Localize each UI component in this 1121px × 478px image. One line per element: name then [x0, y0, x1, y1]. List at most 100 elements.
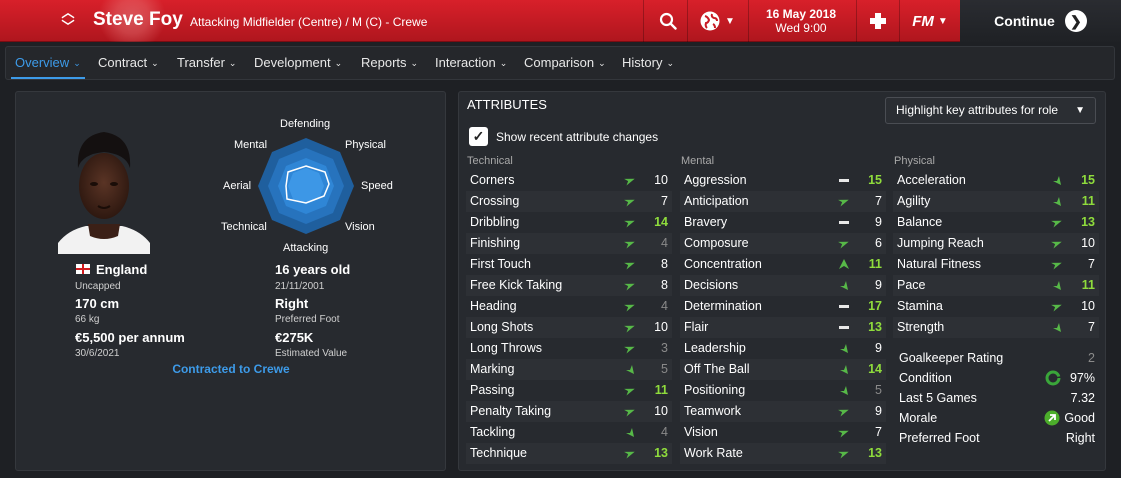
tab-contract[interactable]: Contract ⌄ — [98, 47, 159, 79]
attribute-row[interactable]: Off The Ball 14 — [680, 359, 886, 380]
attribute-row[interactable]: Marking 5 — [466, 359, 672, 380]
attribute-name-free-kick-taking: Free Kick Taking — [470, 278, 563, 292]
attribute-value-balance: 13 — [1081, 215, 1095, 229]
attribute-value-long-shots: 10 — [654, 320, 668, 334]
attribute-row[interactable]: Crossing 7 — [466, 191, 672, 212]
attribute-row[interactable]: Penalty Taking 10 — [466, 401, 672, 422]
attribute-row[interactable]: Dribbling 14 — [466, 212, 672, 233]
attribute-radar-chart[interactable] — [256, 136, 356, 236]
tab-history[interactable]: History ⌄ — [622, 47, 674, 79]
attribute-row[interactable]: Pace 11 — [893, 275, 1099, 296]
attribute-name-decisions: Decisions — [684, 278, 739, 292]
attribute-row[interactable]: Finishing 4 — [466, 233, 672, 254]
attribute-name-acceleration: Acceleration — [897, 173, 966, 187]
attribute-row[interactable]: Determination 17 — [680, 296, 886, 317]
attribute-row[interactable]: Concentration 11 — [680, 254, 886, 275]
morale-arrow-icon — [1044, 410, 1060, 426]
attribute-row[interactable]: Long Throws 3 — [466, 338, 672, 359]
attribute-value-technique: 13 — [654, 446, 668, 460]
attribute-value-bravery: 9 — [875, 215, 882, 229]
attribute-row[interactable]: Teamwork 9 — [680, 401, 886, 422]
attribute-row[interactable]: Long Shots 10 — [466, 317, 672, 338]
chevron-down-icon[interactable]: ﹀ — [56, 20, 80, 34]
attribute-row[interactable]: Composure 6 — [680, 233, 886, 254]
attribute-row[interactable]: Acceleration 15 — [893, 170, 1099, 191]
highlight-role-dropdown[interactable]: Highlight key attributes for role ▼ — [885, 97, 1096, 124]
attribute-row[interactable]: Decisions 9 — [680, 275, 886, 296]
chevron-down-icon: ▼ — [725, 15, 735, 27]
tab-overview[interactable]: Overview ⌄ — [11, 47, 85, 79]
attribute-value-pace: 11 — [1081, 278, 1095, 292]
attribute-row[interactable]: Free Kick Taking 8 — [466, 275, 672, 296]
column-header-technical: Technical — [467, 155, 513, 167]
attribute-row[interactable]: Passing 11 — [466, 380, 672, 401]
chevron-down-icon: ⌄ — [598, 58, 606, 68]
weight: 66 kg — [75, 314, 100, 325]
attribute-value-free-kick-taking: 8 — [661, 278, 668, 292]
fm-menu-button[interactable]: FM ▼ — [905, 0, 955, 42]
tab-transfer[interactable]: Transfer ⌄ — [177, 47, 236, 79]
globe-icon — [700, 11, 720, 31]
attribute-row[interactable]: Technique 13 — [466, 443, 672, 464]
chevron-down-icon: ⌄ — [73, 58, 81, 68]
attribute-value-crossing: 7 — [661, 194, 668, 208]
tab-comparison[interactable]: Comparison ⌄ — [524, 47, 606, 79]
attribute-row[interactable]: Strength 7 — [893, 317, 1099, 338]
attribute-value-aggression: 15 — [868, 173, 882, 187]
attribute-row[interactable]: Stamina 10 — [893, 296, 1099, 317]
attribute-row[interactable]: First Touch 8 — [466, 254, 672, 275]
attribute-value-finishing: 4 — [661, 236, 668, 250]
attribute-value-positioning: 5 — [875, 383, 882, 397]
tab-development[interactable]: Development ⌄ — [254, 47, 342, 79]
attribute-row[interactable]: Agility 11 — [893, 191, 1099, 212]
attribute-name-flair: Flair — [684, 320, 709, 334]
attribute-row[interactable]: Positioning 5 — [680, 380, 886, 401]
chevron-down-icon: ⌄ — [228, 58, 237, 68]
attribute-row[interactable]: Leadership 9 — [680, 338, 886, 359]
tab-reports[interactable]: Reports ⌄ — [361, 47, 418, 79]
chevron-up-icon[interactable]: ︿ — [56, 6, 80, 20]
medical-cross-icon[interactable] — [860, 0, 896, 42]
attribute-name-composure: Composure — [684, 236, 749, 250]
attribute-row[interactable]: Natural Fitness 7 — [893, 254, 1099, 275]
attribute-row[interactable]: Balance 13 — [893, 212, 1099, 233]
search-icon[interactable] — [650, 0, 686, 42]
attribute-value-first-touch: 8 — [661, 257, 668, 271]
globe-menu-button[interactable]: ▼ — [692, 0, 742, 42]
attribute-value-decisions: 9 — [875, 278, 882, 292]
game-date[interactable]: 16 May 2018 Wed 9:00 — [756, 7, 846, 35]
radar-label-technical: Technical — [221, 221, 267, 233]
date-of-birth: 21/11/2001 — [275, 281, 325, 292]
attribute-row[interactable]: Flair 13 — [680, 317, 886, 338]
attribute-value-stamina: 10 — [1081, 299, 1095, 313]
tab-interaction[interactable]: Interaction ⌄ — [435, 47, 507, 79]
player-nav-arrows[interactable]: ︿ ﹀ — [56, 6, 80, 36]
attribute-value-anticipation: 7 — [875, 194, 882, 208]
attribute-row[interactable]: Work Rate 13 — [680, 443, 886, 464]
show-changes-checkbox[interactable]: ✓ — [469, 127, 488, 146]
continue-button[interactable]: Continue ❯ — [960, 0, 1121, 42]
attribute-value-flair: 13 — [868, 320, 882, 334]
chevron-down-icon: ⌄ — [334, 58, 343, 68]
player-name: Steve Foy — [93, 9, 183, 30]
attribute-row[interactable]: Heading 4 — [466, 296, 672, 317]
attribute-row[interactable]: Jumping Reach 10 — [893, 233, 1099, 254]
top-header-bar: ︿ ﹀ Steve Foy Attacking Midfielder (Cent… — [0, 0, 1121, 42]
caps: Uncapped — [75, 281, 121, 292]
attribute-row[interactable]: Anticipation 7 — [680, 191, 886, 212]
wage: €5,500 per annum — [75, 330, 185, 345]
tab-label: Comparison — [524, 55, 595, 70]
attribute-row[interactable]: Tackling 4 — [466, 422, 672, 443]
attribute-name-finishing: Finishing — [470, 236, 521, 250]
attribute-row[interactable]: Vision 7 — [680, 422, 886, 443]
attribute-name-aggression: Aggression — [684, 173, 747, 187]
attribute-row[interactable]: Aggression 15 — [680, 170, 886, 191]
contracted-link[interactable]: Contracted to Crewe — [116, 362, 346, 376]
attribute-row[interactable]: Bravery 9 — [680, 212, 886, 233]
attribute-row[interactable]: Corners 10 — [466, 170, 672, 191]
attribute-value-concentration: 11 — [868, 257, 882, 271]
nationality[interactable]: England — [96, 262, 147, 277]
morale-label: Morale — [899, 411, 938, 425]
attribute-value-agility: 11 — [1081, 194, 1095, 208]
radar-label-physical: Physical — [345, 139, 386, 151]
